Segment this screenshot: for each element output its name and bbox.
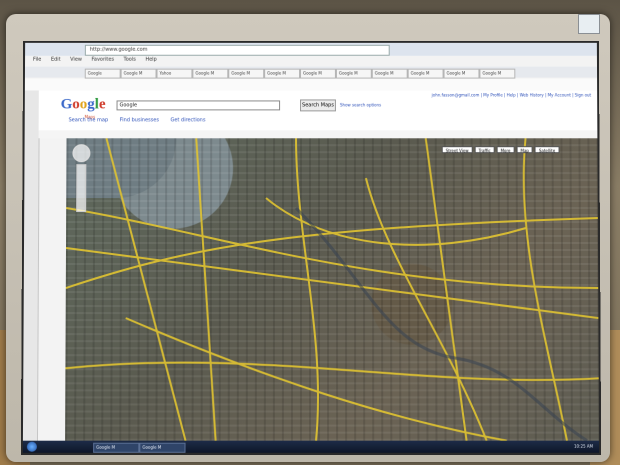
tab-9[interactable]: Google M: [371, 68, 408, 79]
menu-tools[interactable]: Tools: [124, 57, 136, 63]
satellite-button[interactable]: Satellite: [534, 146, 560, 154]
taskbar-item-2[interactable]: Google M: [139, 442, 186, 453]
street-view-button[interactable]: Street View: [441, 146, 473, 154]
tab-7[interactable]: Google M: [300, 68, 336, 79]
road-network: [65, 138, 599, 440]
satellite-map[interactable]: [65, 138, 600, 441]
traffic-button[interactable]: Traffic: [474, 146, 495, 154]
pan-control-icon[interactable]: [72, 144, 91, 163]
tab-get-directions[interactable]: Get directions: [171, 117, 206, 123]
menu-file[interactable]: File: [33, 57, 41, 63]
browser-command-bar: [24, 78, 598, 91]
system-clock: 10:25 AM: [573, 443, 594, 449]
account-links[interactable]: john.fasson@gmail.com | My Profile | Hel…: [432, 92, 592, 97]
tab-1[interactable]: Google: [84, 68, 121, 79]
windows-taskbar: Google M Google M 10:25 AM: [22, 440, 600, 453]
browser-menubar: File Edit View Favorites Tools Help: [25, 57, 597, 66]
tab-find-businesses[interactable]: Find businesses: [120, 117, 159, 123]
browser-titlebar: http://www.google.com: [25, 42, 597, 56]
maps-subtabs: Search the map Find businesses Get direc…: [69, 117, 216, 123]
maps-search-input[interactable]: Google: [116, 100, 281, 111]
browser-tabs: Google Google M Yahoo Google M Google M …: [24, 66, 598, 79]
taskbar-item-1[interactable]: Google M: [93, 442, 140, 453]
menu-help[interactable]: Help: [145, 57, 156, 63]
tab-10[interactable]: Google M: [407, 68, 444, 79]
search-maps-button[interactable]: Search Maps: [300, 99, 336, 112]
monitor-sticker: [578, 14, 600, 34]
google-logo[interactable]: Google: [61, 96, 106, 113]
tab-8[interactable]: Google M: [335, 68, 372, 79]
tab-5[interactable]: Google M: [228, 68, 265, 79]
address-bar[interactable]: http://www.google.com: [84, 44, 390, 56]
menu-view[interactable]: View: [70, 57, 82, 63]
maps-header: Google Maps Google Search Maps Show sear…: [38, 90, 598, 131]
zoom-slider[interactable]: [76, 164, 87, 213]
tab-12[interactable]: Google M: [479, 68, 516, 79]
map-button[interactable]: Map: [516, 146, 533, 154]
tab-4[interactable]: Google M: [192, 68, 229, 79]
tab-3[interactable]: Yahoo: [156, 68, 193, 79]
start-orb-icon[interactable]: [26, 441, 37, 452]
map-type-buttons: Street View Traffic More Map Satellite: [441, 146, 560, 154]
map-navigation-control[interactable]: [72, 144, 91, 214]
menu-favorites[interactable]: Favorites: [92, 57, 115, 63]
tab-search-map[interactable]: Search the map: [69, 117, 109, 123]
tab-2[interactable]: Google M: [120, 68, 157, 79]
monitor-screen: http://www.google.com File Edit View Fav…: [20, 40, 602, 455]
left-toolbar-panel: [22, 90, 40, 441]
maps-subtoolbar: [38, 130, 598, 139]
search-options-link[interactable]: Show search options: [340, 102, 381, 107]
tab-6[interactable]: Google M: [264, 68, 301, 79]
more-button[interactable]: More: [496, 146, 515, 154]
menu-edit[interactable]: Edit: [51, 57, 61, 63]
tab-11[interactable]: Google M: [443, 68, 480, 79]
